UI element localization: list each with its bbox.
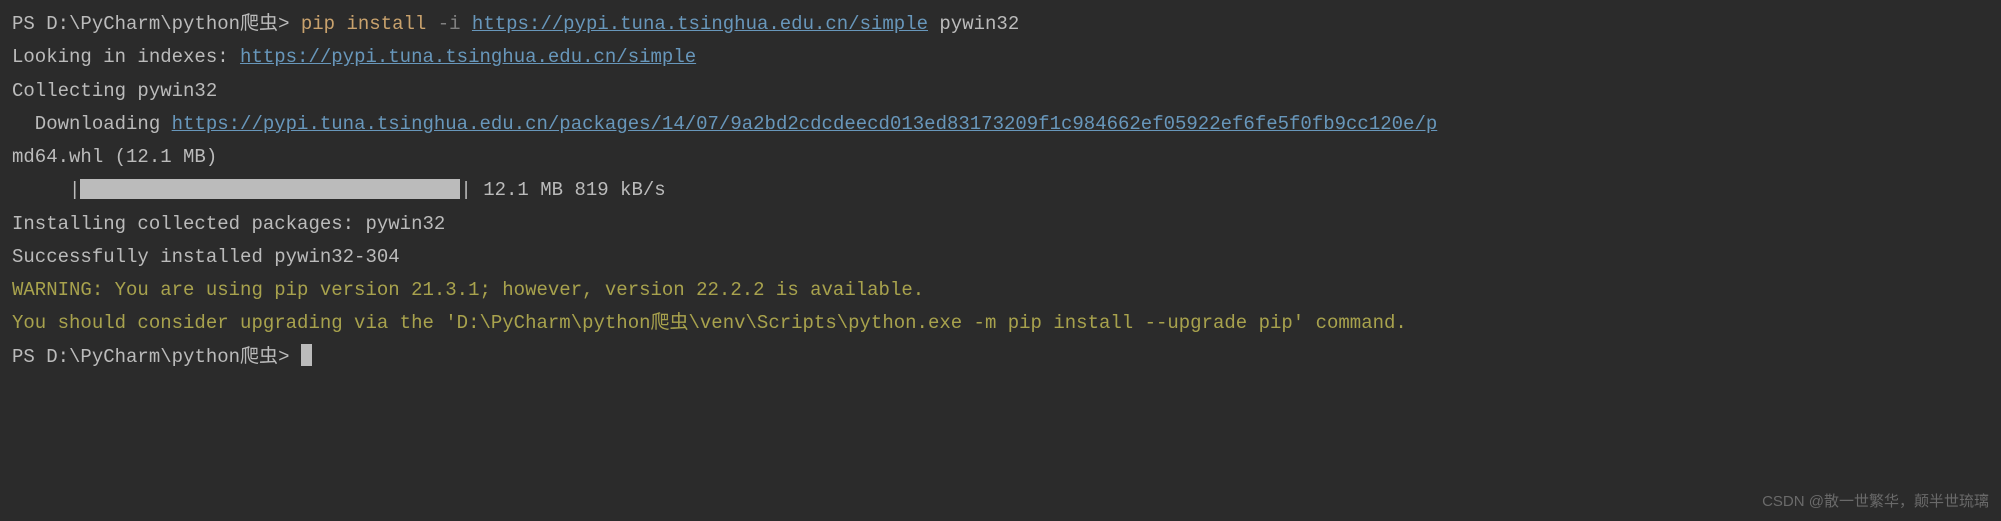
index-url-link[interactable]: https://pypi.tuna.tsinghua.edu.cn/simple — [472, 13, 928, 35]
progress-prefix: | — [12, 179, 80, 201]
terminal-line-command: PS D:\PyCharm\python爬虫> pip install -i h… — [12, 8, 1989, 41]
prompt-symbol: > — [278, 346, 301, 368]
downloading-label: Downloading — [12, 113, 172, 135]
indexes-label: Looking in indexes: — [12, 46, 240, 68]
terminal-line-success: Successfully installed pywin32-304 — [12, 241, 1989, 274]
cmd-pip: pip — [301, 13, 347, 35]
prompt-symbol: > — [278, 13, 301, 35]
prompt-path: D:\PyCharm\python爬虫 — [46, 346, 278, 368]
download-url-link[interactable]: https://pypi.tuna.tsinghua.edu.cn/packag… — [172, 113, 1438, 135]
terminal-line-filename: md64.whl (12.1 MB) — [12, 141, 1989, 174]
prompt-ps: PS — [12, 13, 46, 35]
cmd-package: pywin32 — [928, 13, 1019, 35]
prompt-path: D:\PyCharm\python爬虫 — [46, 13, 278, 35]
terminal-line-collecting: Collecting pywin32 — [12, 75, 1989, 108]
terminal-line-installing: Installing collected packages: pywin32 — [12, 208, 1989, 241]
terminal-line-downloading: Downloading https://pypi.tuna.tsinghua.e… — [12, 108, 1989, 141]
terminal-output[interactable]: PS D:\PyCharm\python爬虫> pip install -i h… — [12, 8, 1989, 374]
terminal-line-warning2: You should consider upgrading via the 'D… — [12, 307, 1989, 340]
cmd-install: install — [346, 13, 437, 35]
progress-bar — [80, 179, 460, 199]
indexes-url-link[interactable]: https://pypi.tuna.tsinghua.edu.cn/simple — [240, 46, 696, 68]
terminal-line-prompt: PS D:\PyCharm\python爬虫> — [12, 341, 1989, 374]
cmd-flag: -i — [438, 13, 472, 35]
terminal-line-indexes: Looking in indexes: https://pypi.tuna.ts… — [12, 41, 1989, 74]
progress-suffix: | 12.1 MB 819 kB/s — [460, 179, 665, 201]
terminal-line-progress: | | 12.1 MB 819 kB/s — [12, 174, 1989, 207]
watermark-text: CSDN @散一世繁华，颠半世琉璃 — [1762, 489, 1989, 515]
prompt-ps: PS — [12, 346, 46, 368]
terminal-cursor[interactable] — [301, 344, 312, 366]
terminal-line-warning1: WARNING: You are using pip version 21.3.… — [12, 274, 1989, 307]
